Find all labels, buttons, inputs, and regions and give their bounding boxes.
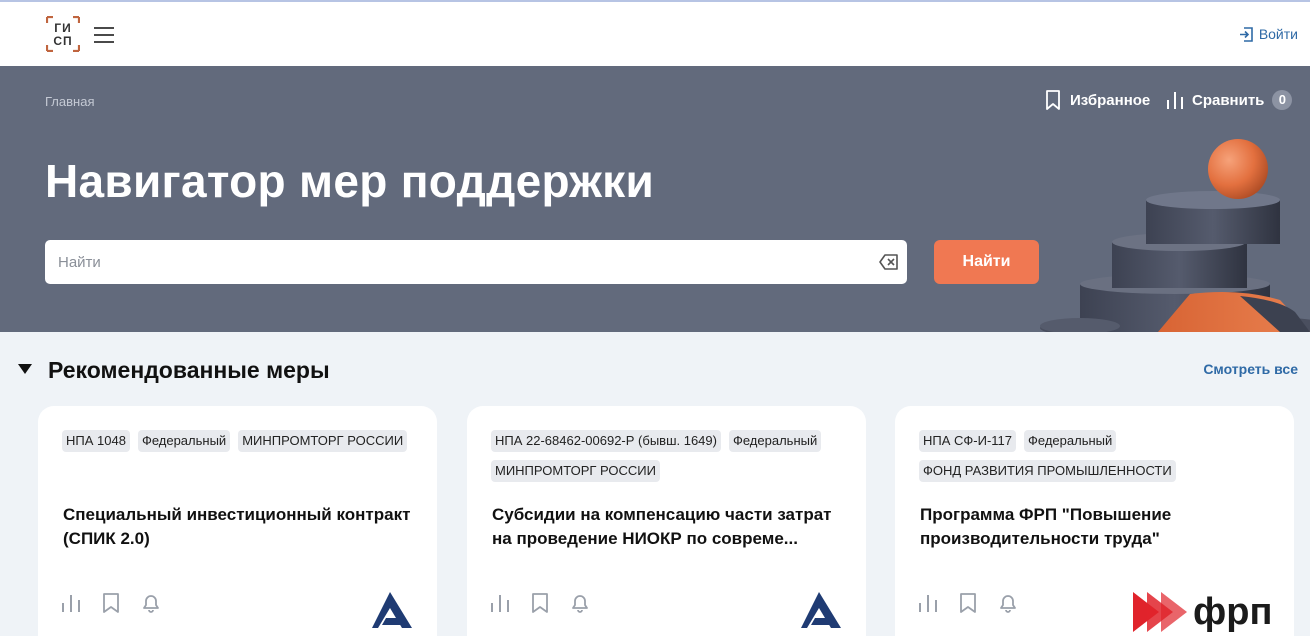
tag-npa: НПА 1048 bbox=[62, 430, 130, 452]
bookmark-icon[interactable] bbox=[957, 592, 979, 614]
frp-arrows-icon bbox=[1133, 592, 1187, 632]
search-button[interactable]: Найти bbox=[934, 240, 1039, 284]
card-actions bbox=[917, 592, 1019, 614]
bell-icon[interactable] bbox=[140, 592, 162, 614]
clear-input-icon[interactable] bbox=[879, 253, 899, 271]
section-title: Рекомендованные меры bbox=[48, 357, 330, 383]
card-tags: НПА СФ-И-117 Федеральный ФОНД РАЗВИТИЯ П… bbox=[919, 430, 1269, 482]
tag-agency: МИНПРОМТОРГ РОССИИ bbox=[491, 460, 660, 482]
login-link[interactable]: Войти bbox=[1239, 26, 1298, 42]
measure-card[interactable]: НПА 22-68462-00692-Р (бывш. 1649) Федера… bbox=[467, 406, 866, 636]
gisp-logo[interactable]: ГИ СП bbox=[46, 16, 80, 52]
tag-agency: МИНПРОМТОРГ РОССИИ bbox=[238, 430, 408, 452]
frp-logo: фрп bbox=[1133, 592, 1272, 632]
measure-card[interactable]: НПА 1048 Федеральный МИНПРОМТОРГ РОССИИ … bbox=[38, 406, 437, 636]
tag-level: Федеральный bbox=[1024, 430, 1117, 452]
login-label: Войти bbox=[1258, 26, 1298, 42]
bell-icon[interactable] bbox=[997, 592, 1019, 614]
compare-icon[interactable] bbox=[60, 592, 82, 614]
card-tags: НПА 1048 Федеральный МИНПРОМТОРГ РОССИИ bbox=[62, 430, 412, 452]
menu-burger-icon[interactable] bbox=[94, 27, 114, 43]
page-title: Навигатор мер поддержки bbox=[45, 155, 655, 207]
bell-icon[interactable] bbox=[569, 592, 591, 614]
svg-text:СП: СП bbox=[53, 34, 72, 48]
collapse-triangle-icon[interactable] bbox=[18, 364, 32, 374]
tag-level: Федеральный bbox=[728, 430, 822, 452]
card-title[interactable]: Специальный инвестиционный контракт (СПИ… bbox=[63, 503, 413, 551]
card-actions bbox=[60, 592, 162, 614]
login-icon bbox=[1239, 26, 1253, 42]
frp-logo-text: фрп bbox=[1193, 591, 1273, 633]
search-box bbox=[45, 240, 907, 284]
card-tags: НПА 22-68462-00692-Р (бывш. 1649) Федера… bbox=[491, 430, 841, 482]
measure-card[interactable]: НПА СФ-И-117 Федеральный ФОНД РАЗВИТИЯ П… bbox=[895, 406, 1294, 636]
see-all-link[interactable]: Смотреть все bbox=[1203, 361, 1298, 377]
svg-text:ГИ: ГИ bbox=[54, 21, 71, 35]
card-title[interactable]: Субсидии на компенсацию части затрат на … bbox=[492, 503, 842, 551]
card-title[interactable]: Программа ФРП "Повышение производительно… bbox=[920, 503, 1270, 551]
bookmark-icon[interactable] bbox=[100, 592, 122, 614]
compare-icon[interactable] bbox=[917, 592, 939, 614]
card-actions bbox=[489, 592, 591, 614]
minpromtorg-logo bbox=[801, 592, 841, 628]
top-header: ГИ СП Войти bbox=[0, 0, 1310, 66]
tag-level: Федеральный bbox=[137, 430, 231, 452]
compare-icon[interactable] bbox=[489, 592, 511, 614]
search-input[interactable] bbox=[45, 240, 865, 284]
tag-agency: ФОНД РАЗВИТИЯ ПРОМЫШЛЕННОСТИ bbox=[919, 460, 1176, 482]
breadcrumb-home[interactable]: Главная bbox=[45, 94, 94, 109]
minpromtorg-logo bbox=[372, 592, 412, 628]
bookmark-icon[interactable] bbox=[529, 592, 551, 614]
stacked-cylinders-illustration bbox=[1040, 139, 1310, 332]
tag-npa: НПА СФ-И-117 bbox=[919, 430, 1017, 452]
tag-npa: НПА 22-68462-00692-Р (бывш. 1649) bbox=[491, 430, 721, 452]
